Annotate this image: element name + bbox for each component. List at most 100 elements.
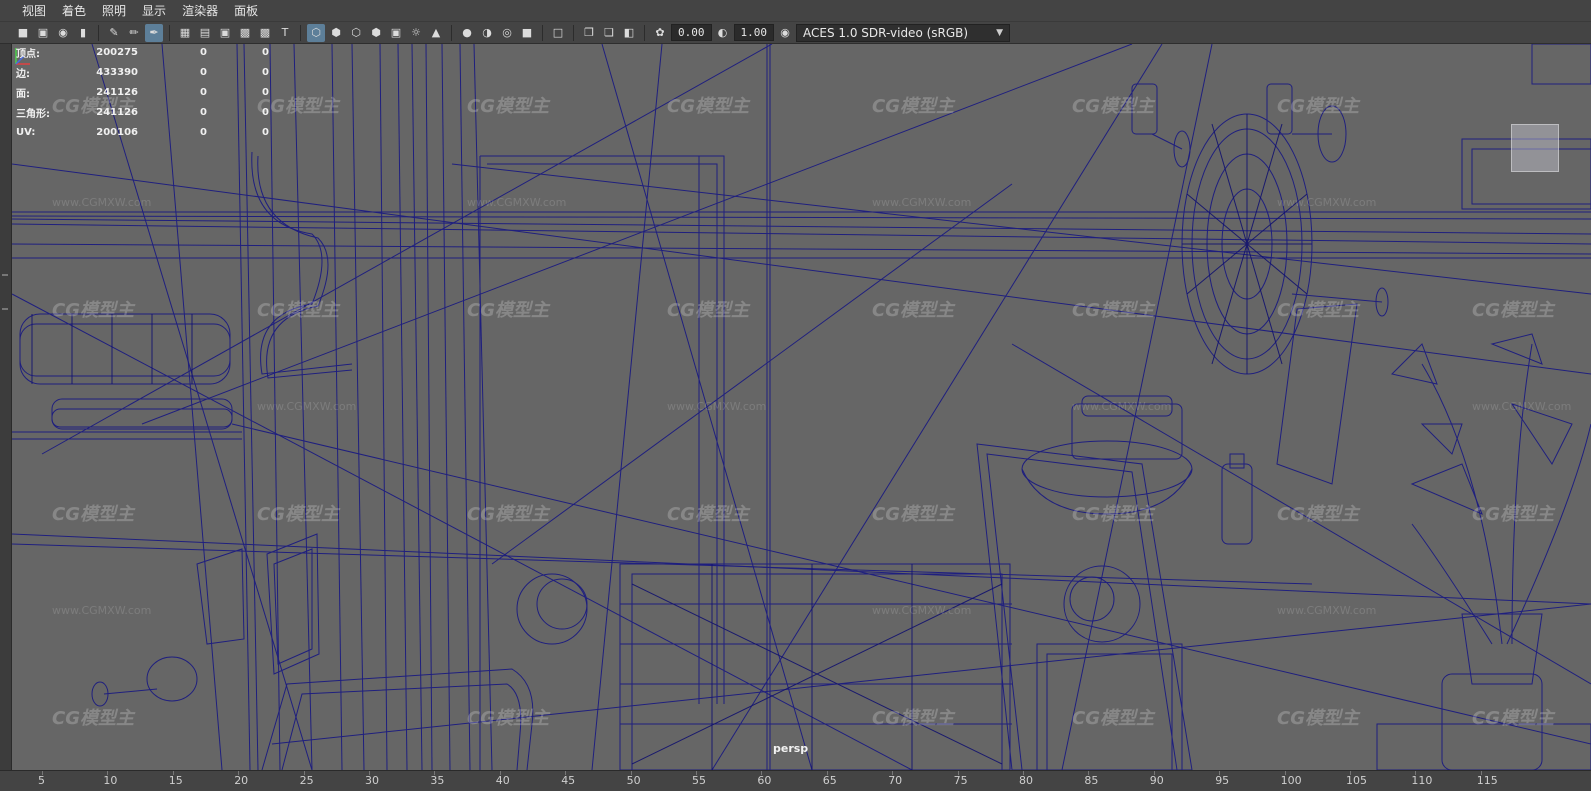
time-tick-label: 5 bbox=[38, 774, 45, 787]
paint-icon[interactable]: ✒ bbox=[145, 23, 163, 42]
time-tick-label: 75 bbox=[953, 774, 968, 787]
xray-components-icon[interactable]: ◧ bbox=[620, 24, 638, 42]
left-panel-strip bbox=[0, 44, 12, 770]
hud-value: 0 bbox=[200, 66, 207, 78]
watermark-url: www.CGMXW.com bbox=[667, 400, 767, 413]
watermark: CG模型主 bbox=[1472, 300, 1554, 321]
grid-icon[interactable]: ▦ bbox=[176, 24, 194, 42]
time-tick-label: 35 bbox=[430, 774, 445, 787]
xray-display-icon[interactable]: ▣ bbox=[387, 24, 405, 42]
toolbar-separator bbox=[573, 24, 574, 41]
shadows-icon[interactable]: ▲ bbox=[427, 24, 445, 42]
gamma-field[interactable]: 1.00 bbox=[733, 24, 774, 41]
hud-label: UV: bbox=[16, 126, 36, 138]
time-tick-label: 70 bbox=[888, 774, 903, 787]
exposure-icon[interactable]: ✿ bbox=[651, 24, 669, 42]
time-tick-label: 25 bbox=[299, 774, 314, 787]
use-lights-icon[interactable]: ☼ bbox=[407, 24, 425, 42]
time-tick-label: 10 bbox=[103, 774, 118, 787]
wireframe-scene bbox=[12, 44, 1591, 770]
watermark: CG模型主 bbox=[1277, 708, 1359, 729]
toolbar-separator bbox=[542, 24, 543, 41]
hud-row-faces: 面: 241126 0 0 bbox=[16, 82, 269, 102]
watermark-url: www.CGMXW.com bbox=[467, 196, 567, 209]
strip-marker bbox=[2, 274, 8, 276]
time-tick-label: 40 bbox=[495, 774, 510, 787]
camera-select-icon[interactable]: ■ bbox=[14, 24, 32, 42]
watermark-url: www.CGMXW.com bbox=[1277, 196, 1377, 209]
hud-row-edges: 边: 433390 0 0 bbox=[16, 62, 269, 82]
gate-mask-icon[interactable]: ▩ bbox=[236, 24, 254, 42]
xray-joints-icon[interactable]: ❏ bbox=[600, 24, 618, 42]
watermark: CG模型主 bbox=[257, 300, 339, 321]
resolution-gate-icon[interactable]: ▣ bbox=[216, 24, 234, 42]
watermark-url: www.CGMXW.com bbox=[1277, 604, 1377, 617]
time-tick-label: 80 bbox=[1019, 774, 1033, 787]
motion-blur-icon[interactable]: ◑ bbox=[478, 24, 496, 42]
time-slider[interactable]: 5 10 15 20 25 30 35 40 45 50 55 60 65 70 75 80 85 90 95 100… bbox=[0, 770, 1591, 791]
hud-value: 0 bbox=[262, 46, 269, 58]
xray-icon[interactable]: ❐ bbox=[580, 24, 598, 42]
toolbar-separator bbox=[98, 24, 99, 41]
bookmark-icon[interactable]: ▮ bbox=[74, 24, 92, 42]
time-tick-label: 110 bbox=[1411, 774, 1433, 787]
menu-shading[interactable]: 着色 bbox=[54, 0, 94, 22]
isolate-select-icon[interactable]: □ bbox=[549, 24, 567, 42]
wireframe-on-shaded-icon[interactable]: ⬡ bbox=[347, 24, 365, 42]
smooth-shade-icon[interactable]: ⬢ bbox=[327, 24, 345, 42]
watermark: CG模型主 bbox=[52, 708, 134, 729]
hud-value: 0 bbox=[200, 86, 207, 98]
menu-lighting[interactable]: 照明 bbox=[94, 0, 134, 22]
menu-view[interactable]: 视图 bbox=[14, 0, 54, 22]
chevron-down-icon: ▼ bbox=[996, 27, 1003, 38]
watermark-url: www.CGMXW.com bbox=[872, 604, 972, 617]
time-tick-label: 55 bbox=[692, 774, 706, 787]
camera-attributes-icon[interactable]: ▣ bbox=[34, 24, 52, 42]
colorspace-dropdown[interactable]: ACES 1.0 SDR-video (sRGB) ▼ bbox=[796, 23, 1010, 42]
view-cube[interactable] bbox=[1511, 124, 1559, 172]
gamma-icon[interactable]: ◐ bbox=[714, 24, 732, 42]
film-gate-icon[interactable]: ▤ bbox=[196, 24, 214, 42]
hud-row-triangles: 三角形: 241126 0 0 bbox=[16, 102, 269, 122]
toolbar-separator bbox=[169, 24, 170, 41]
depth-of-field-icon[interactable]: ■ bbox=[518, 24, 536, 42]
panel-menubar: 视图 着色 照明 显示 渲染器 面板 bbox=[0, 0, 1591, 22]
exposure-field[interactable]: 0.00 bbox=[671, 24, 712, 41]
watermark-url: www.CGMXW.com bbox=[872, 196, 972, 209]
watermark: CG模型主 bbox=[52, 300, 134, 321]
safe-action-icon[interactable]: ▩ bbox=[256, 24, 274, 42]
watermark-url: www.CGMXW.com bbox=[1472, 400, 1572, 413]
ambient-occlusion-icon[interactable]: ● bbox=[458, 24, 476, 42]
watermark: CG模型主 bbox=[52, 504, 134, 525]
time-tick-label: 105 bbox=[1346, 774, 1367, 787]
watermark: CG模型主 bbox=[467, 504, 549, 525]
textured-icon[interactable]: ⬢ bbox=[367, 24, 385, 42]
watermark: CG模型主 bbox=[1277, 300, 1359, 321]
hud-row-uvs: UV: 200106 0 0 bbox=[16, 122, 269, 142]
watermark: CG模型主 bbox=[872, 96, 954, 117]
time-tick-label: 30 bbox=[365, 774, 379, 787]
menu-renderer[interactable]: 渲染器 bbox=[174, 0, 226, 22]
safe-title-icon[interactable]: T bbox=[276, 24, 294, 42]
anti-aliasing-icon[interactable]: ◎ bbox=[498, 24, 516, 42]
hud-value: 0 bbox=[200, 126, 207, 138]
hud-value: 241126 bbox=[96, 86, 138, 98]
grease-pencil-icon[interactable]: ✏ bbox=[125, 24, 143, 42]
hud-label: 顶点: bbox=[16, 48, 40, 60]
hud-value: 200106 bbox=[96, 126, 138, 138]
camera-lock-icon[interactable]: ◉ bbox=[54, 24, 72, 42]
time-tick-label: 100 bbox=[1280, 774, 1302, 787]
watermark-url: www.CGMXW.com bbox=[257, 400, 357, 413]
watermark-url: www.CGMXW.com bbox=[52, 196, 152, 209]
watermark: CG模型主 bbox=[1072, 300, 1154, 321]
color-management-icon[interactable]: ◉ bbox=[776, 24, 794, 42]
wireframe-icon[interactable]: ⬡ bbox=[307, 23, 325, 42]
watermark-url: www.CGMXW.com bbox=[52, 604, 152, 617]
menu-panels[interactable]: 面板 bbox=[226, 0, 266, 22]
hud-value: 0 bbox=[200, 46, 207, 58]
watermark: CG模型主 bbox=[467, 300, 549, 321]
viewport-persp[interactable]: CG模型主 CG模型主 CG模型主 CG模型主 CG模型主 CG模型主 CG模型… bbox=[12, 44, 1591, 770]
menu-show[interactable]: 显示 bbox=[134, 0, 174, 22]
toolbar-separator bbox=[451, 24, 452, 41]
image-plane-icon[interactable]: ✎ bbox=[105, 24, 123, 42]
